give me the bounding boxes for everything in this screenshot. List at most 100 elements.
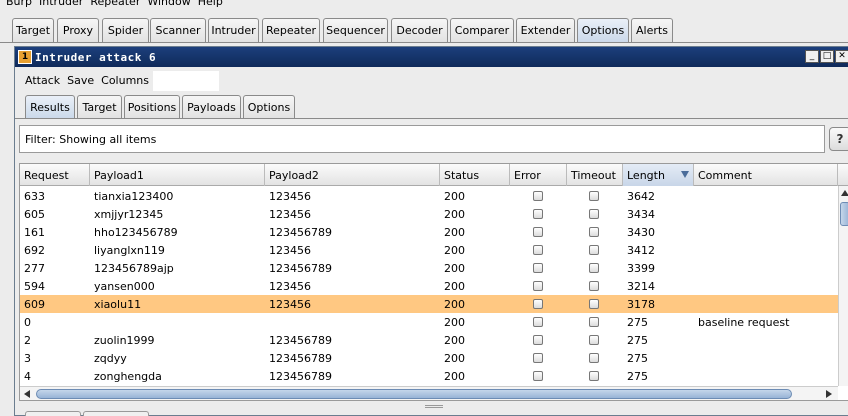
error-checkbox: [533, 191, 543, 201]
cell-status: 200: [444, 279, 465, 293]
cell-length: 3399: [627, 261, 655, 275]
cell-request: 605: [24, 207, 45, 221]
tab-extender[interactable]: Extender: [516, 18, 575, 42]
column-header-payload1[interactable]: Payload1: [90, 164, 265, 186]
column-header-label: Comment: [698, 168, 752, 182]
table-row[interactable]: 277 123456789ajp 123456789 200 3399: [20, 259, 838, 277]
maximize-button[interactable]: □: [820, 50, 834, 63]
tab-options[interactable]: Options: [577, 18, 629, 42]
tab-repeater[interactable]: Repeater: [262, 18, 320, 42]
bottom-tab-request[interactable]: [25, 411, 81, 416]
menu-burp[interactable]: Burp: [6, 0, 32, 8]
table-header: Request Payload1 Payload2 Status Error Timeou…: [20, 164, 848, 186]
cell-status: 200: [444, 243, 465, 257]
error-checkbox: [533, 335, 543, 345]
tab-spider[interactable]: Spider: [102, 18, 149, 42]
cell-payload2: 123456789: [269, 333, 332, 347]
table-row[interactable]: 0 200 275 baseline request: [20, 313, 838, 331]
menu-window[interactable]: Window: [147, 0, 190, 8]
cell-length: 3178: [627, 297, 655, 311]
cell-payload2: 123456789: [269, 225, 332, 239]
cell-status: 200: [444, 297, 465, 311]
cell-payload1: [90, 313, 265, 331]
tab-scanner[interactable]: Scanner: [150, 18, 206, 42]
table-row[interactable]: 633 tianxia123400 123456 200 3642: [20, 187, 838, 205]
column-header-payload2[interactable]: Payload2: [265, 164, 440, 186]
cell-payload1: zuolin1999: [94, 333, 155, 347]
scroll-up-arrow-icon[interactable]: [841, 190, 848, 196]
menu-repeater[interactable]: Repeater: [90, 0, 140, 8]
table-row[interactable]: 4 zonghengda 123456789 200 275: [20, 367, 838, 385]
filter-bar[interactable]: Filter: Showing all items: [19, 125, 825, 153]
cell-request: 692: [24, 243, 45, 257]
close-button[interactable]: ✕: [835, 50, 848, 63]
cell-length: 3430: [627, 225, 655, 239]
cell-payload2: 123456: [269, 207, 311, 221]
cell-length: 3412: [627, 243, 655, 257]
tab-target[interactable]: Target: [12, 18, 54, 42]
cell-payload1: 123456789ajp: [94, 261, 174, 275]
filter-text: Filter: Showing all items: [25, 132, 157, 146]
table-row[interactable]: 2 zuolin1999 123456789 200 275: [20, 331, 838, 349]
pane-splitter[interactable]: [425, 405, 443, 408]
cell-length: 3434: [627, 207, 655, 221]
column-header-error[interactable]: Error: [510, 164, 567, 186]
table-row[interactable]: 605 xmjjyr12345 123456 200 3434: [20, 205, 838, 223]
scroll-left-arrow-icon[interactable]: [24, 390, 30, 398]
cell-request: 161: [24, 225, 45, 239]
error-checkbox: [533, 227, 543, 237]
horizontal-scroll-thumb[interactable]: [36, 389, 792, 399]
menu-intruder[interactable]: Intruder: [39, 0, 83, 8]
inner-tab-target[interactable]: Target: [77, 95, 122, 118]
tab-decoder[interactable]: Decoder: [391, 18, 448, 42]
timeout-checkbox: [589, 335, 599, 345]
column-header-status[interactable]: Status: [440, 164, 510, 186]
cell-request: 4: [24, 369, 31, 383]
table-row[interactable]: 161 hho123456789 123456789 200 3430: [20, 223, 838, 241]
cell-payload2: 123456789: [269, 261, 332, 275]
timeout-checkbox: [589, 353, 599, 363]
minimize-button[interactable]: _: [805, 50, 819, 63]
burp-suite-window: Burp Intruder Repeater Window Help Target Pro…: [0, 0, 848, 416]
error-checkbox: [533, 353, 543, 363]
tab-comparer[interactable]: Comparer: [450, 18, 514, 42]
frame-titlebar[interactable]: 1 Intruder attack 6 _ □ ✕: [15, 47, 848, 67]
cell-status: 200: [444, 369, 465, 383]
cell-comment: [694, 349, 838, 367]
intruder-attack-frame: 1 Intruder attack 6 _ □ ✕ Attack Save Colu…: [14, 46, 848, 416]
horizontal-scrollbar[interactable]: [20, 386, 838, 400]
frame-menubar: Attack Save Columns: [15, 69, 848, 91]
inner-tab-results[interactable]: Results: [25, 95, 75, 118]
table-row[interactable]: 609 xiaolu11 123456 200 3178: [20, 295, 838, 313]
frame-menu-columns[interactable]: Columns: [101, 74, 149, 87]
inner-tab-payloads[interactable]: Payloads: [182, 95, 241, 118]
vertical-scroll-thumb[interactable]: [840, 202, 848, 226]
column-header-timeout[interactable]: Timeout: [567, 164, 623, 186]
help-button[interactable]: ?: [829, 127, 848, 151]
table-row[interactable]: 3 zqdyy 123456789 200 275: [20, 349, 838, 367]
cell-comment: [694, 259, 838, 277]
inner-tab-options[interactable]: Options: [243, 95, 295, 118]
tab-proxy[interactable]: Proxy: [57, 18, 99, 42]
inner-tab-baseline: [15, 118, 848, 119]
tab-intruder[interactable]: Intruder: [208, 18, 259, 42]
sort-descending-icon[interactable]: [681, 171, 689, 178]
scroll-right-arrow-icon[interactable]: [826, 390, 832, 398]
table-row[interactable]: 692 liyanglxn119 123456 200 3412: [20, 241, 838, 259]
tab-alerts[interactable]: Alerts: [631, 18, 673, 42]
tab-sequencer[interactable]: Sequencer: [323, 18, 388, 42]
vertical-scrollbar[interactable]: [838, 186, 848, 386]
column-header-comment[interactable]: Comment: [694, 164, 838, 186]
bottom-tab-response[interactable]: [83, 411, 149, 416]
table-row[interactable]: 594 yansen000 123456 200 3214: [20, 277, 838, 295]
timeout-checkbox: [589, 371, 599, 381]
column-header-request[interactable]: Request: [20, 164, 90, 186]
error-checkbox: [533, 263, 543, 273]
column-header-length[interactable]: Length: [623, 164, 694, 186]
inner-tab-positions[interactable]: Positions: [124, 95, 180, 118]
frame-menu-attack[interactable]: Attack: [25, 74, 60, 87]
cell-request: 633: [24, 189, 45, 203]
menu-help[interactable]: Help: [198, 0, 223, 8]
cell-length: 275: [627, 369, 648, 383]
frame-menu-save[interactable]: Save: [67, 74, 94, 87]
